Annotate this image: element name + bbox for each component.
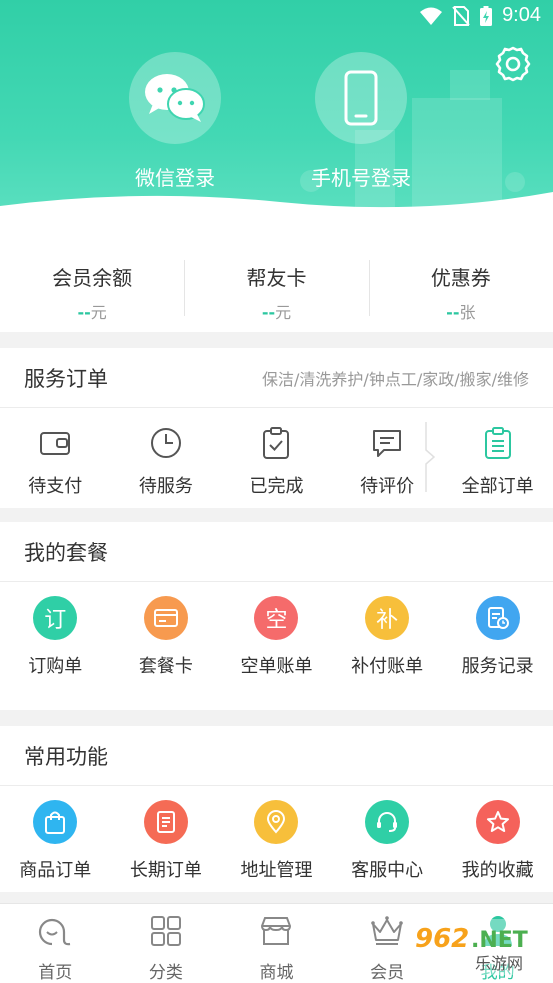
function-long-term-orders[interactable]: 长期订单 bbox=[111, 800, 222, 882]
wechat-login-circle bbox=[129, 52, 221, 144]
functions-title: 常用功能 bbox=[24, 744, 108, 769]
stat-value: --张 bbox=[446, 303, 476, 322]
stat-value: --元 bbox=[77, 303, 107, 322]
watermark-logo: 962 .NET 乐游网 bbox=[409, 919, 549, 975]
clipboard-check-icon bbox=[263, 427, 290, 459]
stat-balance[interactable]: 会员余额 --元 bbox=[0, 226, 184, 332]
order-status-label: 全部订单 bbox=[461, 476, 534, 497]
tab-label: 首页 bbox=[38, 963, 73, 983]
function-address-management[interactable]: 地址管理 bbox=[221, 800, 332, 882]
package-order-form[interactable]: 订 订购单 bbox=[0, 596, 111, 678]
comment-icon bbox=[373, 430, 402, 457]
order-completed[interactable]: 已完成 bbox=[221, 426, 332, 498]
stat-title: 帮友卡 bbox=[246, 266, 307, 290]
function-customer-service[interactable]: 客服中心 bbox=[332, 800, 443, 882]
phone-login-button[interactable]: 手机号登录 bbox=[286, 52, 436, 191]
package-label: 补付账单 bbox=[351, 656, 424, 677]
packages-header: 我的套餐 bbox=[0, 522, 553, 582]
no-sim-icon bbox=[452, 5, 470, 26]
phone-icon bbox=[344, 70, 378, 126]
location-pin-icon bbox=[254, 800, 299, 844]
stat-title: 优惠券 bbox=[430, 266, 491, 290]
home-icon bbox=[39, 918, 71, 946]
package-label: 套餐卡 bbox=[138, 656, 193, 677]
tab-home[interactable]: 首页 bbox=[0, 904, 111, 983]
tab-store[interactable]: 商城 bbox=[221, 904, 332, 983]
function-label: 客服中心 bbox=[351, 860, 424, 881]
functions-row: 商品订单 长期订单 地址管理 客服中心 我的收藏 bbox=[0, 786, 553, 882]
service-record-icon bbox=[475, 596, 520, 640]
package-label: 订购单 bbox=[28, 656, 83, 677]
stat-value: --元 bbox=[261, 303, 292, 322]
order-status-label: 已完成 bbox=[249, 476, 304, 497]
wifi-icon bbox=[420, 7, 443, 25]
package-label: 空单账单 bbox=[240, 656, 313, 677]
shopping-bag-icon bbox=[33, 800, 78, 844]
packages-row: 订 订购单 套餐卡 空 空单账单 补 补付账单 服务记录 bbox=[0, 582, 553, 678]
functions-header: 常用功能 bbox=[0, 726, 553, 786]
wechat-icon bbox=[145, 74, 205, 122]
service-orders-title: 服务订单 bbox=[24, 366, 108, 391]
crown-icon bbox=[371, 916, 403, 945]
status-time: 9:04 bbox=[502, 4, 541, 26]
function-favorites[interactable]: 我的收藏 bbox=[442, 800, 553, 882]
battery-charging-icon bbox=[480, 5, 493, 26]
package-label: 服务记录 bbox=[461, 656, 534, 677]
package-card[interactable]: 套餐卡 bbox=[111, 596, 222, 678]
supplement-bill-icon: 补 bbox=[365, 596, 410, 640]
order-status-label: 待支付 bbox=[28, 476, 83, 497]
stat-coupons[interactable]: 优惠券 --张 bbox=[368, 226, 553, 332]
wechat-login-button[interactable]: 微信登录 bbox=[100, 52, 250, 191]
service-orders-header[interactable]: 服务订单 保洁/清洗养护/钟点工/家政/搬家/维修 bbox=[0, 348, 553, 408]
packages-card: 我的套餐 订 订购单 套餐卡 空 空单账单 补 补付账单 服务记录 bbox=[0, 522, 553, 710]
building-decoration bbox=[450, 70, 490, 100]
tab-category[interactable]: 分类 bbox=[111, 904, 222, 983]
function-label: 商品订单 bbox=[19, 860, 92, 881]
phone-login-circle bbox=[315, 52, 407, 144]
function-product-orders[interactable]: 商品订单 bbox=[0, 800, 111, 882]
profile-header: 9:04 微信登录 手机号登录 bbox=[0, 0, 553, 226]
order-status-row: 待支付 待服务 已完成 待评价 全部订单 bbox=[0, 408, 553, 498]
phone-login-label: 手机号登录 bbox=[311, 166, 411, 190]
settings-icon[interactable] bbox=[493, 44, 533, 84]
stat-friend-card[interactable]: 帮友卡 --元 bbox=[184, 226, 368, 332]
tab-label: 分类 bbox=[148, 963, 183, 983]
clipboard-list-icon bbox=[484, 427, 511, 459]
grid-icon bbox=[150, 916, 181, 946]
svg-text:.NET: .NET bbox=[471, 928, 528, 953]
star-icon bbox=[475, 800, 520, 844]
stat-title: 会员余额 bbox=[52, 266, 133, 290]
document-icon bbox=[143, 800, 188, 844]
empty-bill-icon: 空 bbox=[254, 596, 299, 640]
svg-text:962: 962 bbox=[415, 924, 469, 954]
order-pending-payment[interactable]: 待支付 bbox=[0, 426, 111, 498]
service-orders-card: 服务订单 保洁/清洗养护/钟点工/家政/搬家/维修 待支付 待服务 已完成 待评… bbox=[0, 348, 553, 508]
store-icon bbox=[261, 917, 292, 945]
status-bar: 9:04 bbox=[420, 4, 541, 27]
function-label: 地址管理 bbox=[240, 860, 313, 881]
functions-card: 常用功能 商品订单 长期订单 地址管理 客服中心 我的收藏 bbox=[0, 726, 553, 892]
divider-chevron-icon bbox=[425, 422, 436, 492]
function-label: 长期订单 bbox=[129, 860, 202, 881]
account-stats: 会员余额 --元 帮友卡 --元 优惠券 --张 bbox=[0, 226, 553, 332]
order-form-icon: 订 bbox=[33, 596, 78, 640]
service-orders-subtitle: 保洁/清洗养护/钟点工/家政/搬家/维修 bbox=[262, 369, 529, 389]
function-label: 我的收藏 bbox=[461, 860, 534, 881]
packages-title: 我的套餐 bbox=[24, 540, 108, 565]
svg-text:乐游网: 乐游网 bbox=[475, 954, 523, 973]
package-empty-bill[interactable]: 空 空单账单 bbox=[221, 596, 332, 678]
package-card-icon bbox=[143, 596, 188, 640]
tab-label: 商城 bbox=[259, 963, 294, 983]
clock-icon bbox=[150, 428, 181, 458]
wallet-icon bbox=[40, 432, 71, 455]
wechat-login-label: 微信登录 bbox=[135, 166, 215, 190]
order-status-label: 待服务 bbox=[138, 476, 193, 497]
order-all[interactable]: 全部订单 bbox=[442, 426, 553, 498]
order-pending-service[interactable]: 待服务 bbox=[111, 426, 222, 498]
header-wave bbox=[0, 192, 553, 226]
package-supplement-bill[interactable]: 补 补付账单 bbox=[332, 596, 443, 678]
package-service-record[interactable]: 服务记录 bbox=[442, 596, 553, 678]
headset-icon bbox=[365, 800, 410, 844]
